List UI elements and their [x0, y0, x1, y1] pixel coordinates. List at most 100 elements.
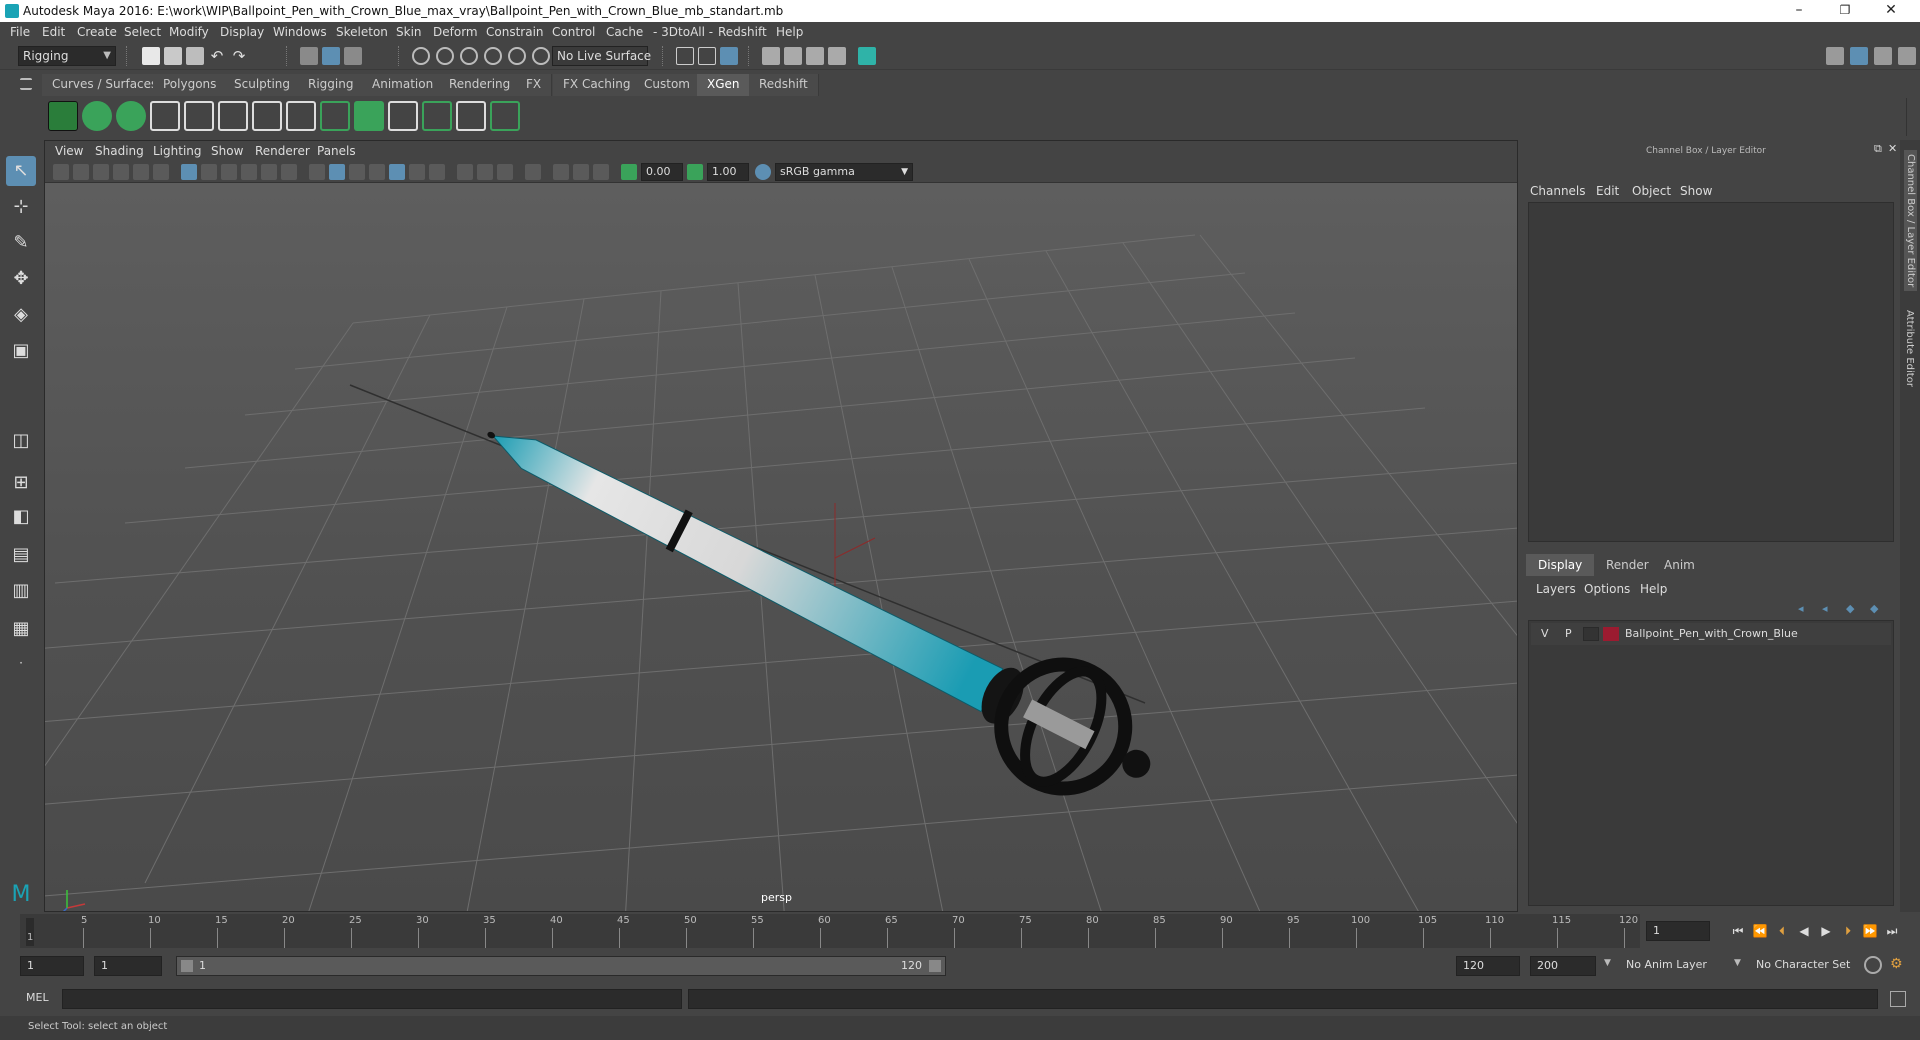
input-ops-icon[interactable] — [676, 47, 694, 65]
playback-start-field[interactable]: 1 — [94, 956, 162, 976]
channels-menu[interactable]: Channels — [1530, 184, 1586, 198]
go-to-end-icon[interactable]: ⏭ — [1884, 923, 1900, 939]
xgen-guide-lock-icon[interactable] — [286, 101, 316, 131]
viewport-menu-view[interactable]: View — [55, 144, 83, 158]
xgen-editor-icon[interactable] — [48, 101, 78, 131]
chevron-down-icon[interactable]: ▼ — [1604, 958, 1611, 968]
layer-tab-render[interactable]: Render — [1594, 554, 1661, 576]
grid-toggle-icon[interactable] — [181, 164, 197, 180]
animation-end-field[interactable]: 200 — [1530, 956, 1596, 976]
xgen-guide-add-icon[interactable] — [150, 101, 180, 131]
menu-cache[interactable]: Cache — [606, 25, 643, 39]
character-set-dropdown[interactable]: No Character Set — [1750, 956, 1868, 976]
gamma-icon[interactable] — [687, 164, 703, 180]
tab-polygons[interactable]: Polygons — [153, 74, 228, 96]
step-back-frame-icon[interactable]: ⏴ — [1774, 923, 1790, 939]
object-menu[interactable]: Object — [1632, 184, 1671, 198]
play-backwards-icon[interactable]: ◀ — [1796, 923, 1812, 939]
viewport-menu-lighting[interactable]: Lighting — [153, 144, 202, 158]
view-transform-dropdown[interactable]: sRGB gamma ▼ — [775, 163, 913, 181]
close-panel-icon[interactable]: ✕ — [1888, 142, 1897, 155]
close-button[interactable]: ✕ — [1868, 0, 1914, 22]
menu-select[interactable]: Select — [124, 25, 161, 39]
menu-constrain[interactable]: Constrain — [486, 25, 544, 39]
two-view-layout-icon[interactable]: ◧ — [6, 502, 36, 532]
menu-windows[interactable]: Windows — [273, 25, 327, 39]
open-scene-icon[interactable] — [164, 47, 182, 65]
xgen-comb-icon[interactable] — [456, 101, 486, 131]
xgen-guide-length-icon[interactable] — [218, 101, 248, 131]
pen-model[interactable] — [460, 378, 1177, 825]
textured-icon[interactable] — [409, 164, 425, 180]
use-default-material-icon[interactable] — [349, 164, 365, 180]
outliner-layout-icon[interactable]: ▤ — [6, 540, 36, 570]
shadows-icon[interactable] — [457, 164, 473, 180]
shelf-scroll-handle[interactable] — [1906, 98, 1918, 136]
node-editor-layout-icon[interactable]: ▦ — [6, 614, 36, 644]
viewport-menu-show[interactable]: Show — [211, 144, 243, 158]
hypershade-icon[interactable] — [828, 47, 846, 65]
xgen-hair-icon[interactable] — [422, 101, 452, 131]
preferences-icon[interactable]: ⚙ — [1890, 956, 1908, 974]
viewport-menu-shading[interactable]: Shading — [95, 144, 144, 158]
render-current-frame-icon[interactable] — [762, 47, 780, 65]
new-layer-selected-icon[interactable]: ◆ — [1870, 602, 1878, 615]
bookmark-icon[interactable] — [93, 164, 109, 180]
xgen-preview-icon[interactable] — [82, 101, 112, 131]
anim-layer-dropdown[interactable]: No Anim Layer — [1620, 956, 1740, 976]
camera-select-icon[interactable] — [53, 164, 69, 180]
move-layer-up-icon[interactable]: ◂ — [1798, 602, 1804, 615]
snap-curve-icon[interactable] — [436, 47, 454, 65]
side-tab-channel-box[interactable]: Channel Box / Layer Editor — [1904, 150, 1917, 292]
menu-create[interactable]: Create — [77, 25, 117, 39]
pen-body[interactable] — [482, 415, 1004, 713]
edit-menu[interactable]: Edit — [1596, 184, 1619, 198]
image-plane-icon[interactable] — [113, 164, 129, 180]
snap-point-icon[interactable] — [460, 47, 478, 65]
go-to-start-icon[interactable]: ⏮ — [1730, 923, 1746, 939]
menu-redshift[interactable]: Redshift — [718, 25, 767, 39]
film-gate-icon[interactable] — [201, 164, 217, 180]
resolution-gate-icon[interactable] — [221, 164, 237, 180]
hud-icon[interactable] — [593, 164, 609, 180]
minimize-button[interactable]: – — [1776, 0, 1822, 22]
snap-view-plane-icon[interactable] — [484, 47, 502, 65]
camera-attributes-icon[interactable] — [73, 164, 89, 180]
menu-edit[interactable]: Edit — [42, 25, 65, 39]
new-layer-icon[interactable]: ◆ — [1846, 602, 1854, 615]
step-forward-key-icon[interactable]: ⏩ — [1862, 923, 1878, 939]
animation-start-field[interactable]: 1 — [20, 956, 84, 976]
help-menu[interactable]: Help — [1640, 582, 1667, 596]
menu-help[interactable]: Help — [776, 25, 803, 39]
xray-joints-icon[interactable] — [553, 164, 569, 180]
float-panel-icon[interactable]: ⧉ — [1874, 142, 1882, 156]
range-end-handle[interactable] — [929, 960, 941, 972]
undo-icon[interactable]: ↶ — [208, 47, 226, 65]
viewport-menu-panels[interactable]: Panels — [317, 144, 356, 158]
move-layer-down-icon[interactable]: ◂ — [1822, 602, 1828, 615]
single-perspective-layout-icon[interactable]: ◫ — [6, 426, 36, 456]
exposure-field[interactable]: 0.00 — [641, 163, 683, 181]
gamma-field[interactable]: 1.00 — [707, 163, 749, 181]
exposure-icon[interactable] — [621, 164, 637, 180]
color-management-icon[interactable] — [755, 164, 771, 180]
maximize-button[interactable]: ❐ — [1822, 0, 1868, 22]
options-menu[interactable]: Options — [1584, 582, 1630, 596]
viewport-menu-renderer[interactable]: Renderer — [255, 144, 310, 158]
menu-display[interactable]: Display — [220, 25, 264, 39]
redshift-render-icon[interactable] — [858, 47, 876, 65]
xgen-guide-visibility-icon[interactable] — [252, 101, 282, 131]
xgen-primitive-icon[interactable] — [116, 101, 146, 131]
script-editor-icon[interactable] — [1890, 991, 1906, 1007]
motion-blur-icon[interactable] — [497, 164, 513, 180]
new-scene-icon[interactable] — [142, 47, 160, 65]
menu-3dtoall[interactable]: - 3DtoAll - — [653, 25, 713, 39]
tab-sculpting[interactable]: Sculpting — [224, 74, 302, 96]
wireframe-on-shaded-icon[interactable] — [369, 164, 385, 180]
layer-color-swatch[interactable] — [1603, 627, 1619, 641]
xgen-layers-icon[interactable] — [354, 101, 384, 131]
xgen-grass-icon[interactable] — [320, 101, 350, 131]
channel-box-toggle-icon[interactable] — [1850, 47, 1868, 65]
layer-tab-display[interactable]: Display — [1526, 554, 1595, 576]
channel-box-area[interactable] — [1528, 202, 1894, 542]
